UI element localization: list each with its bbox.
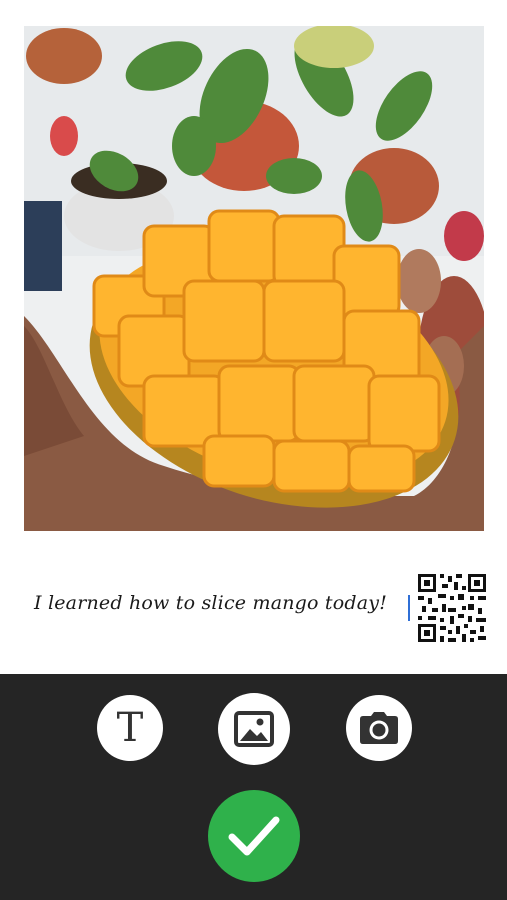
confirm-button[interactable]	[208, 790, 300, 882]
camera-tool-button[interactable]	[346, 695, 412, 761]
mango-photo	[24, 26, 484, 531]
post-card: I learned how to slice mango today!	[0, 0, 507, 674]
text-tool-button[interactable]: T	[97, 695, 163, 761]
image-tool-button[interactable]	[218, 693, 290, 765]
checkmark-icon	[228, 816, 280, 856]
text-tool-icon: T	[116, 705, 144, 751]
qr-code-icon	[418, 574, 486, 642]
caption-text[interactable]: I learned how to slice mango today!	[34, 592, 409, 614]
image-tool-icon	[234, 711, 274, 747]
bottom-toolbar: T	[0, 674, 507, 900]
text-cursor	[408, 595, 410, 621]
camera-tool-icon	[360, 712, 398, 744]
